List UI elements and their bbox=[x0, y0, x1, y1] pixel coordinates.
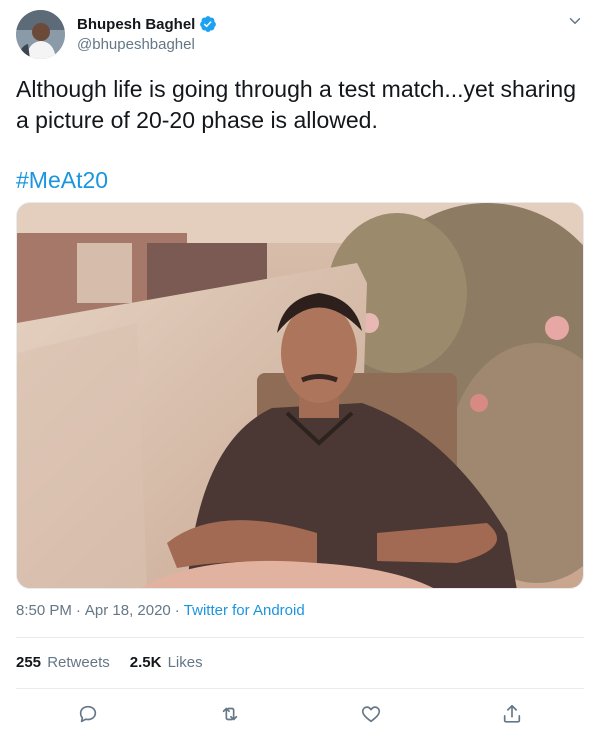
reply-icon bbox=[79, 705, 97, 723]
heart-icon bbox=[361, 706, 381, 723]
tweet-actions bbox=[16, 700, 584, 728]
tweet-card: Bhupesh Baghel @bhupeshbaghel Although l… bbox=[0, 0, 600, 756]
meta-separator: · bbox=[174, 602, 180, 619]
tweet-text: Although life is going through a test ma… bbox=[16, 76, 576, 133]
like-button[interactable] bbox=[357, 700, 385, 728]
tweet-meta: 8:50 PM · Apr 18, 2020 · Twitter for And… bbox=[16, 602, 305, 619]
meta-separator: · bbox=[75, 602, 81, 619]
hashtag-link[interactable]: #MeAt20 bbox=[16, 165, 108, 196]
reply-button[interactable] bbox=[74, 700, 102, 728]
more-options-button[interactable] bbox=[566, 12, 584, 30]
display-name[interactable]: Bhupesh Baghel bbox=[77, 16, 195, 33]
share-button[interactable] bbox=[498, 700, 526, 728]
likes-stat[interactable]: 2.5K Likes bbox=[130, 654, 203, 671]
photo-image bbox=[17, 203, 583, 588]
divider bbox=[16, 688, 584, 689]
divider bbox=[16, 637, 584, 638]
tweet-stats: 255 Retweets 2.5K Likes bbox=[16, 654, 203, 671]
display-name-row: Bhupesh Baghel bbox=[77, 14, 217, 34]
tweet-time[interactable]: 8:50 PM bbox=[16, 602, 72, 619]
chevron-down-icon bbox=[569, 18, 581, 24]
retweet-button[interactable] bbox=[216, 700, 244, 728]
tweet-header: Bhupesh Baghel @bhupeshbaghel bbox=[16, 10, 584, 60]
author-handle[interactable]: @bhupeshbaghel bbox=[77, 36, 217, 53]
retweet-icon bbox=[222, 707, 238, 721]
share-icon bbox=[503, 704, 521, 723]
avatar-image bbox=[16, 10, 65, 59]
verified-badge-icon bbox=[200, 16, 217, 32]
likes-label: Likes bbox=[167, 654, 203, 671]
likes-count: 2.5K bbox=[129, 654, 162, 671]
tweet-photo[interactable] bbox=[16, 202, 584, 589]
retweets-count: 255 bbox=[16, 654, 42, 671]
retweets-label: Retweets bbox=[47, 654, 110, 671]
tweet-source[interactable]: Twitter for Android bbox=[184, 602, 305, 619]
author-names: Bhupesh Baghel @bhupeshbaghel bbox=[77, 14, 217, 53]
avatar[interactable] bbox=[16, 10, 65, 59]
tweet-date[interactable]: Apr 18, 2020 bbox=[85, 602, 171, 619]
retweets-stat[interactable]: 255 Retweets bbox=[16, 654, 110, 671]
